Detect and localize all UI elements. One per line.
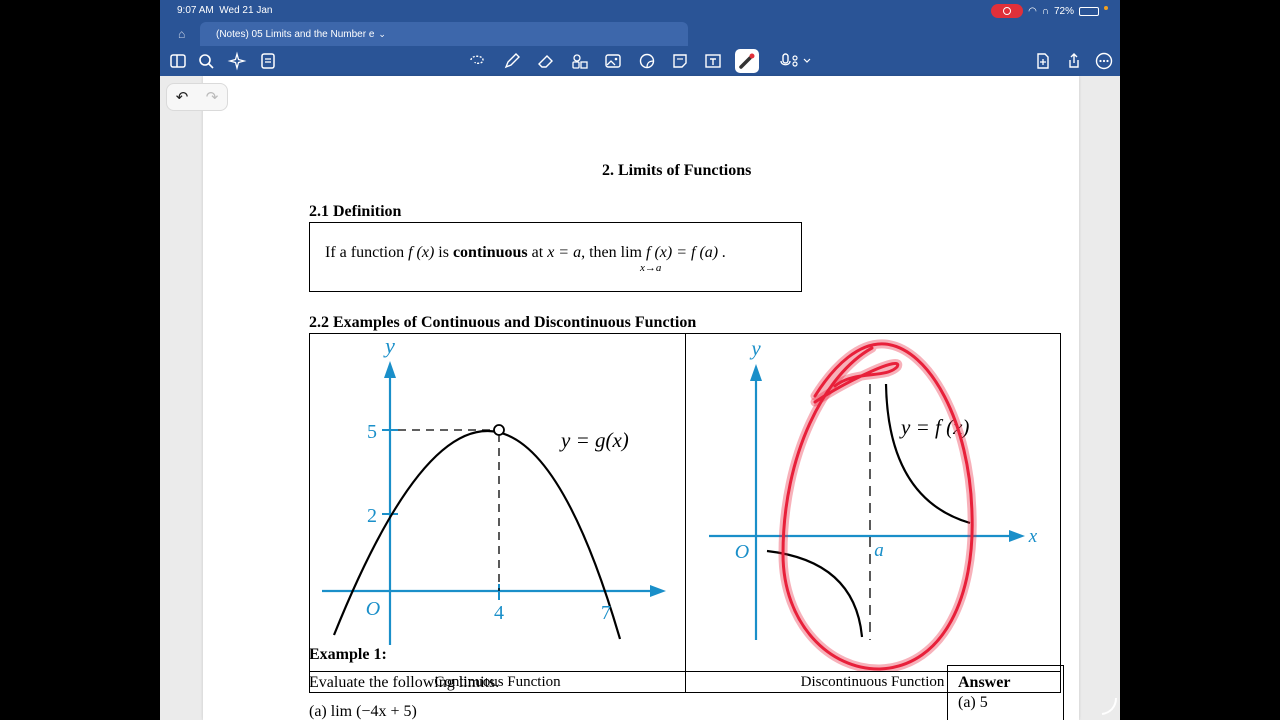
hole-point — [493, 424, 505, 436]
shapes-icon[interactable] — [570, 51, 590, 71]
curve-upper-branch — [884, 383, 971, 525]
eraser-icon[interactable] — [536, 51, 556, 71]
x7-label: 7 — [601, 602, 611, 624]
screen-record-icon — [991, 4, 1024, 18]
app-screen: 9:07 AM Wed 21 Jan ◠ ∩ 72% ⌂ (Notes) 05 … — [160, 0, 1120, 720]
microphone-icon[interactable] — [779, 51, 813, 71]
more-icon[interactable] — [1094, 51, 1114, 71]
x-axis-arrow — [650, 585, 666, 597]
discontinuous-graph: y x O a y = f (x) — [709, 336, 1038, 671]
section-definition-title: 2.1 Definition — [309, 203, 402, 220]
sticky-note-icon[interactable] — [670, 51, 690, 71]
continuous-graph: y 5 2 O 4 7 y = g(x) — [322, 334, 666, 645]
text-box-icon[interactable] — [703, 51, 723, 71]
document-icon[interactable] — [258, 51, 278, 71]
mic-indicator-icon — [1104, 6, 1108, 10]
answer-title: Answer — [958, 674, 1011, 691]
add-page-icon[interactable] — [1033, 51, 1053, 71]
answer-box: Answer (a) 5 — [947, 665, 1064, 720]
definition-text: If a function f (x) is continuous at x =… — [325, 244, 727, 261]
toolbar — [160, 47, 1120, 75]
x-label: x — [1028, 526, 1038, 547]
document-page[interactable]: 2. Limits of Functions 2.1 Definition If… — [203, 76, 1079, 720]
origin-label: O — [735, 541, 749, 563]
origin-label: O — [366, 598, 380, 620]
x-axis-arrow — [1009, 530, 1025, 542]
laser-annotation — [778, 339, 977, 671]
status-indicators: ◠ ∩ 72% — [991, 4, 1108, 18]
answer-a: (a) 5 — [958, 694, 988, 711]
search-icon[interactable] — [196, 51, 216, 71]
headphones-icon: ∩ — [1041, 5, 1049, 17]
example-part-a: (a) lim (−4x + 5) — [309, 703, 417, 720]
y-label: y — [383, 334, 395, 358]
top-bar: 9:07 AM Wed 21 Jan ◠ ∩ 72% ⌂ (Notes) 05 … — [160, 0, 1120, 76]
pen-icon[interactable] — [502, 51, 522, 71]
image-icon[interactable] — [603, 51, 623, 71]
y5-label: 5 — [367, 421, 377, 443]
x4-label: 4 — [494, 602, 504, 624]
magic-icon[interactable] — [227, 51, 247, 71]
chevron-down-icon[interactable]: ⌄ — [378, 29, 386, 39]
definition-box: If a function f (x) is continuous at x =… — [309, 222, 802, 292]
left-margin — [160, 76, 202, 720]
pencil-cursor-icon — [1101, 697, 1117, 715]
sticker-icon[interactable] — [637, 51, 657, 71]
y-label: y — [749, 336, 761, 360]
y-axis-arrow — [750, 364, 762, 381]
lasso-icon[interactable] — [467, 51, 487, 71]
home-icon[interactable]: ⌂ — [178, 27, 185, 41]
limit-subscript: x→a — [640, 262, 662, 274]
section-examples-title: 2.2 Examples of Continuous and Discontin… — [309, 314, 697, 331]
undo-redo-control: ↶ ↷ — [166, 83, 228, 111]
battery-percent: 72% — [1053, 5, 1074, 17]
y2-label: 2 — [367, 505, 377, 527]
example-title: Example 1: — [309, 646, 387, 663]
wifi-icon: ◠ — [1028, 5, 1037, 17]
function-label-g: y = g(x) — [559, 428, 629, 452]
y-axis-arrow — [384, 361, 396, 378]
undo-icon[interactable]: ↶ — [176, 88, 189, 106]
document-tab[interactable]: (Notes) 05 Limits and the Number e ⌄ — [200, 22, 688, 46]
example-instruction: Evaluate the following limits. — [309, 674, 500, 691]
page-heading: 2. Limits of Functions — [602, 162, 752, 179]
status-time: 9:07 AM Wed 21 Jan — [177, 5, 273, 16]
laser-pointer-icon[interactable] — [735, 49, 759, 73]
a-label: a — [874, 540, 884, 561]
battery-icon — [1079, 6, 1099, 16]
graph-comparison-table: y 5 2 O 4 7 y = g(x) y x O a y = f (x) C… — [309, 333, 1061, 693]
sidebar-icon[interactable] — [168, 51, 188, 71]
share-icon[interactable] — [1064, 51, 1084, 71]
redo-icon[interactable]: ↷ — [206, 88, 219, 106]
tab-title: (Notes) 05 Limits and the Number e — [216, 29, 375, 40]
